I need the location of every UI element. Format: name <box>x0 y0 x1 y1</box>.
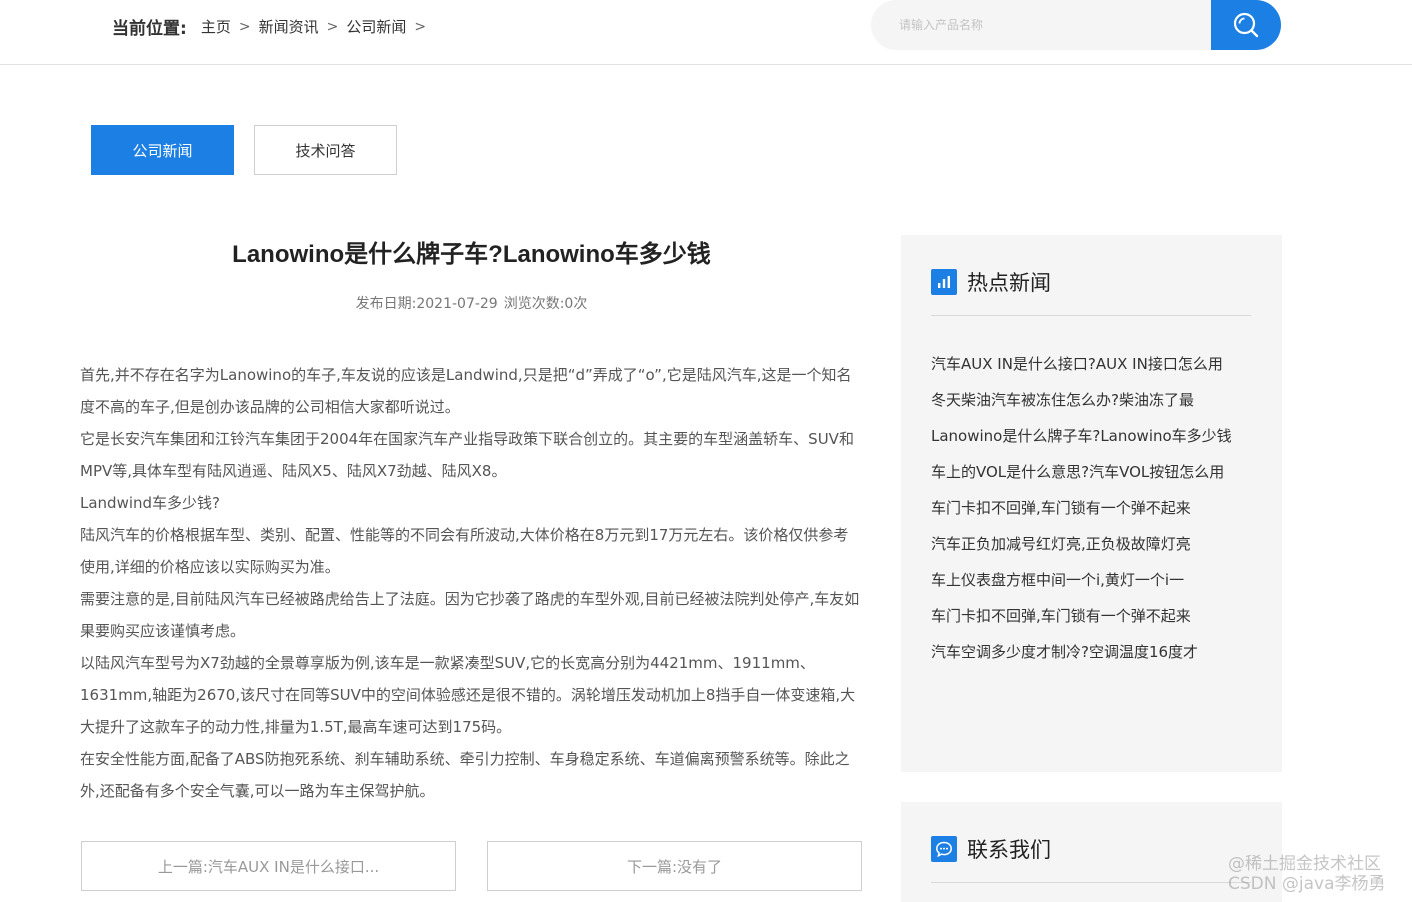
article-paragraph: 在安全性能方面,配备了ABS防抱死系统、刹车辅助系统、牵引力控制、车身稳定系统、… <box>80 750 850 800</box>
search-icon <box>1233 12 1259 38</box>
next-article-button[interactable]: 下一篇:没有了 <box>487 841 862 891</box>
hot-news-item[interactable]: 车上仪表盘方框中间一个i,黄灯一个i一 <box>931 562 1253 598</box>
hot-news-header: 热点新闻 <box>931 267 1051 297</box>
bar-chart-icon <box>931 269 957 295</box>
breadcrumb-separator: > <box>326 18 339 35</box>
top-bar: 当前位置: 主页 > 新闻资讯 > 公司新闻 > <box>0 0 1412 65</box>
contact-title: 联系我们 <box>967 838 1051 862</box>
breadcrumb: 当前位置: 主页 > 新闻资讯 > 公司新闻 > <box>112 14 434 39</box>
breadcrumb-separator: > <box>238 18 251 35</box>
article-paragraph: 首先,并不存在名字为Lanowino的车子,车友说的应该是Landwind,只是… <box>80 366 852 416</box>
article-paragraph: 需要注意的是,目前陆风汽车已经被路虎给告上了法庭。因为它抄袭了路虎的车型外观,目… <box>80 590 860 640</box>
divider <box>931 882 1251 883</box>
tab-company-news[interactable]: 公司新闻 <box>91 125 234 175</box>
hot-news-item[interactable]: 车门卡扣不回弹,车门锁有一个弹不起来 <box>931 598 1253 634</box>
breadcrumb-separator: > <box>414 18 427 35</box>
search-box <box>871 0 1281 50</box>
publish-date: 发布日期:2021-07-29 <box>355 296 498 312</box>
article-body: 首先,并不存在名字为Lanowino的车子,车友说的应该是Landwind,只是… <box>80 359 863 807</box>
breadcrumb-company-news-link[interactable]: 公司新闻 <box>346 16 406 37</box>
tab-tech-qa[interactable]: 技术问答 <box>254 125 397 175</box>
contact-header: 联系我们 <box>931 834 1051 864</box>
breadcrumb-news-link[interactable]: 新闻资讯 <box>259 16 319 37</box>
chat-bubble-icon <box>931 836 957 862</box>
article-paragraph: Landwind车多少钱? <box>80 494 221 512</box>
hot-news-item[interactable]: 冬天柴油汽车被冻住怎么办?柴油冻了最 <box>931 382 1253 418</box>
search-button[interactable] <box>1211 0 1281 50</box>
watermark-line: @稀土掘金技术社区 <box>1228 854 1381 874</box>
hot-news-panel: 热点新闻 汽车AUX IN是什么接口?AUX IN接口怎么用 冬天柴油汽车被冻住… <box>901 235 1282 772</box>
article-paragraph: 它是长安汽车集团和江铃汽车集团于2004年在国家汽车产业指导政策下联合创立的。其… <box>80 430 854 480</box>
prev-article-button[interactable]: 上一篇:汽车AUX IN是什么接口... <box>81 841 456 891</box>
hot-news-item[interactable]: 车上的VOL是什么意思?汽车VOL按钮怎么用 <box>931 454 1253 490</box>
hot-news-item[interactable]: 汽车AUX IN是什么接口?AUX IN接口怎么用 <box>931 346 1253 382</box>
view-count: 浏览次数:0次 <box>503 296 588 312</box>
divider <box>931 315 1251 316</box>
hot-news-list: 汽车AUX IN是什么接口?AUX IN接口怎么用 冬天柴油汽车被冻住怎么办?柴… <box>931 346 1253 670</box>
hot-news-item[interactable]: 车门卡扣不回弹,车门锁有一个弹不起来 <box>931 490 1253 526</box>
breadcrumb-home-link[interactable]: 主页 <box>201 16 231 37</box>
search-input[interactable] <box>871 0 1231 50</box>
watermark: @稀土掘金技术社区 CSDN @java李杨勇 <box>1228 854 1386 894</box>
hot-news-title: 热点新闻 <box>967 271 1051 295</box>
watermark-line: CSDN @java李杨勇 <box>1228 874 1386 894</box>
hot-news-item[interactable]: 汽车正负加减号红灯亮,正负极故障灯亮 <box>931 526 1253 562</box>
article: Lanowino是什么牌子车?Lanowino车多少钱 发布日期:2021-07… <box>80 230 863 807</box>
article-title: Lanowino是什么牌子车?Lanowino车多少钱 <box>232 241 711 268</box>
hot-news-item[interactable]: Lanowino是什么牌子车?Lanowino车多少钱 <box>931 418 1253 454</box>
article-paragraph: 以陆风汽车型号为X7劲越的全景尊享版为例,该车是一款紧凑型SUV,它的长宽高分别… <box>80 654 856 736</box>
article-meta: 发布日期:2021-07-29 浏览次数:0次 <box>80 293 863 313</box>
contact-panel: 联系我们 <box>901 802 1282 902</box>
hot-news-item[interactable]: 汽车空调多少度才制冷?空调温度16度才 <box>931 634 1253 670</box>
breadcrumb-label: 当前位置: <box>112 19 187 39</box>
article-paragraph: 陆风汽车的价格根据车型、类别、配置、性能等的不同会有所波动,大体价格在8万元到1… <box>80 526 849 576</box>
